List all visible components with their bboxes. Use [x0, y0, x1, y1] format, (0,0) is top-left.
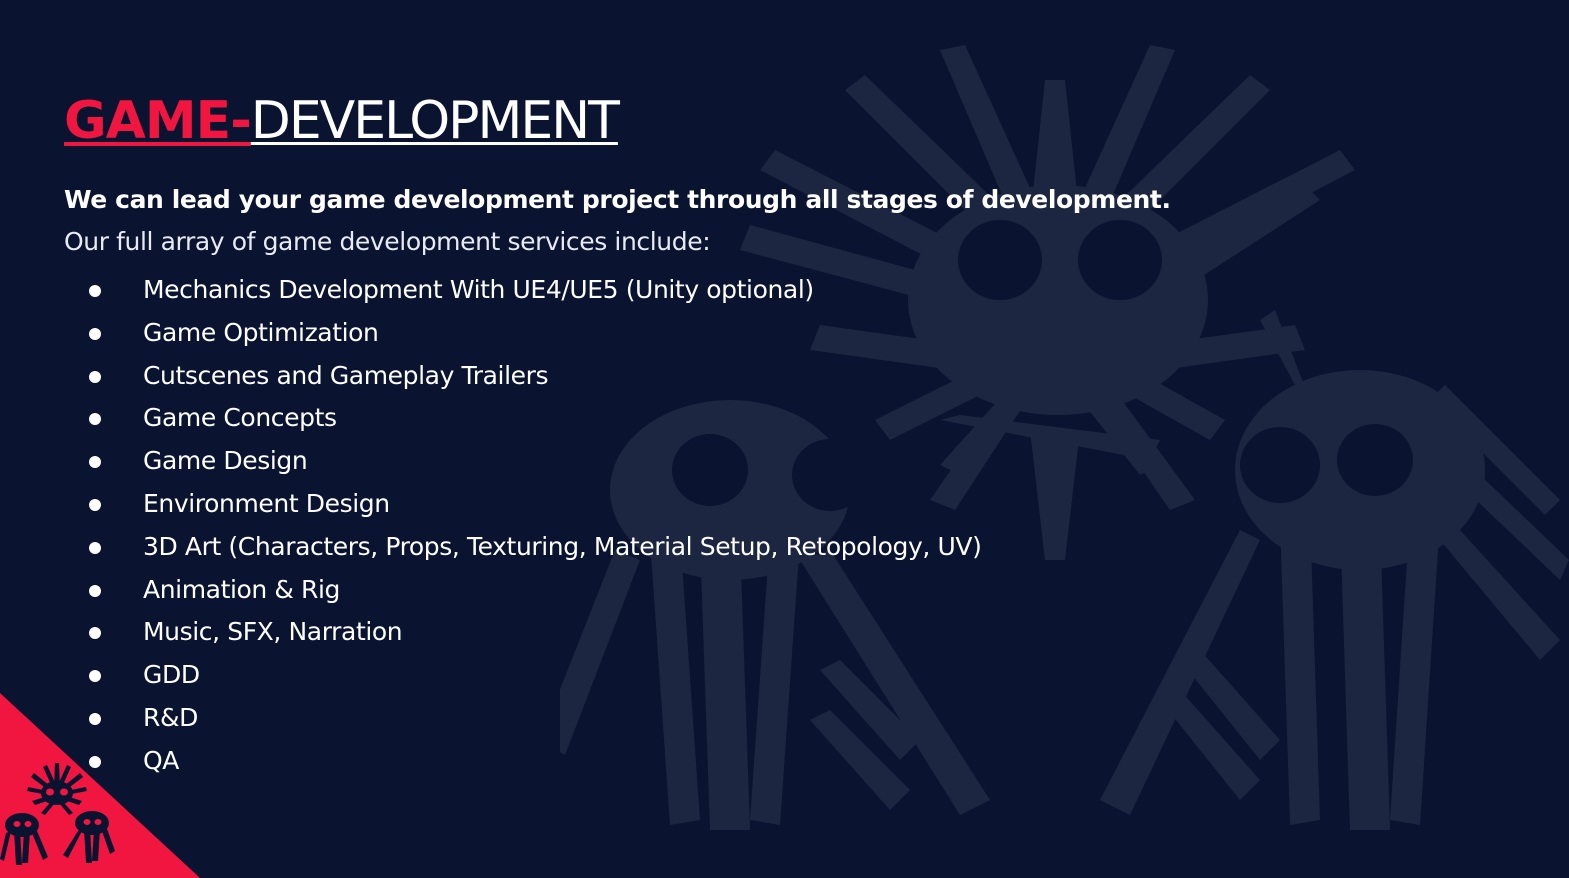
list-item: Game Optimization	[64, 312, 1264, 355]
service-label: Environment Design	[143, 488, 390, 518]
bullet-icon	[89, 541, 101, 554]
service-label: Animation & Rig	[143, 574, 341, 604]
list-item: Game Design	[64, 440, 1264, 483]
title-accent: GAME-	[64, 91, 252, 151]
bullet-icon	[89, 712, 101, 725]
services-list: Mechanics Development With UE4/UE5 (Unit…	[64, 269, 1264, 783]
service-label: Game Optimization	[143, 317, 379, 347]
list-item: R&D	[64, 697, 1264, 740]
bullet-icon	[89, 327, 101, 340]
list-item: Game Concepts	[64, 397, 1264, 440]
service-label: QA	[143, 745, 179, 775]
bullet-icon	[89, 370, 101, 383]
list-item: Cutscenes and Gameplay Trailers	[64, 355, 1264, 398]
slide-content: GAME-DEVELOPMENT We can lead your game d…	[64, 86, 1264, 783]
list-item: 3D Art (Characters, Props, Texturing, Ma…	[64, 526, 1264, 569]
service-label: Game Concepts	[143, 403, 337, 433]
bullet-icon	[89, 498, 101, 511]
service-label: GDD	[143, 660, 200, 690]
bullet-icon	[89, 584, 101, 597]
title-rest: DEVELOPMENT	[250, 91, 620, 151]
bullet-icon	[89, 627, 101, 640]
bullet-icon	[89, 670, 101, 683]
service-label: Mechanics Development With UE4/UE5 (Unit…	[143, 275, 814, 304]
services-intro: Our full array of game development servi…	[64, 227, 711, 256]
service-label: 3D Art (Characters, Props, Texturing, Ma…	[143, 531, 982, 561]
lead-statement: We can lead your game development projec…	[64, 185, 1171, 214]
list-item: Mechanics Development With UE4/UE5 (Unit…	[64, 269, 1264, 312]
list-item: Environment Design	[64, 483, 1264, 526]
service-label: R&D	[143, 702, 198, 732]
bullet-icon	[89, 456, 101, 469]
service-label: Music, SFX, Narration	[143, 617, 403, 647]
service-label: Game Design	[143, 446, 308, 476]
list-item: QA	[64, 740, 1264, 783]
page-title: GAME-DEVELOPMENT	[64, 86, 620, 156]
list-item: Music, SFX, Narration	[64, 611, 1264, 654]
list-item: Animation & Rig	[64, 569, 1264, 612]
bullet-icon	[89, 413, 101, 426]
list-item: GDD	[64, 654, 1264, 697]
bullet-icon	[89, 755, 101, 768]
bullet-icon	[89, 285, 101, 297]
service-label: Cutscenes and Gameplay Trailers	[143, 360, 549, 390]
